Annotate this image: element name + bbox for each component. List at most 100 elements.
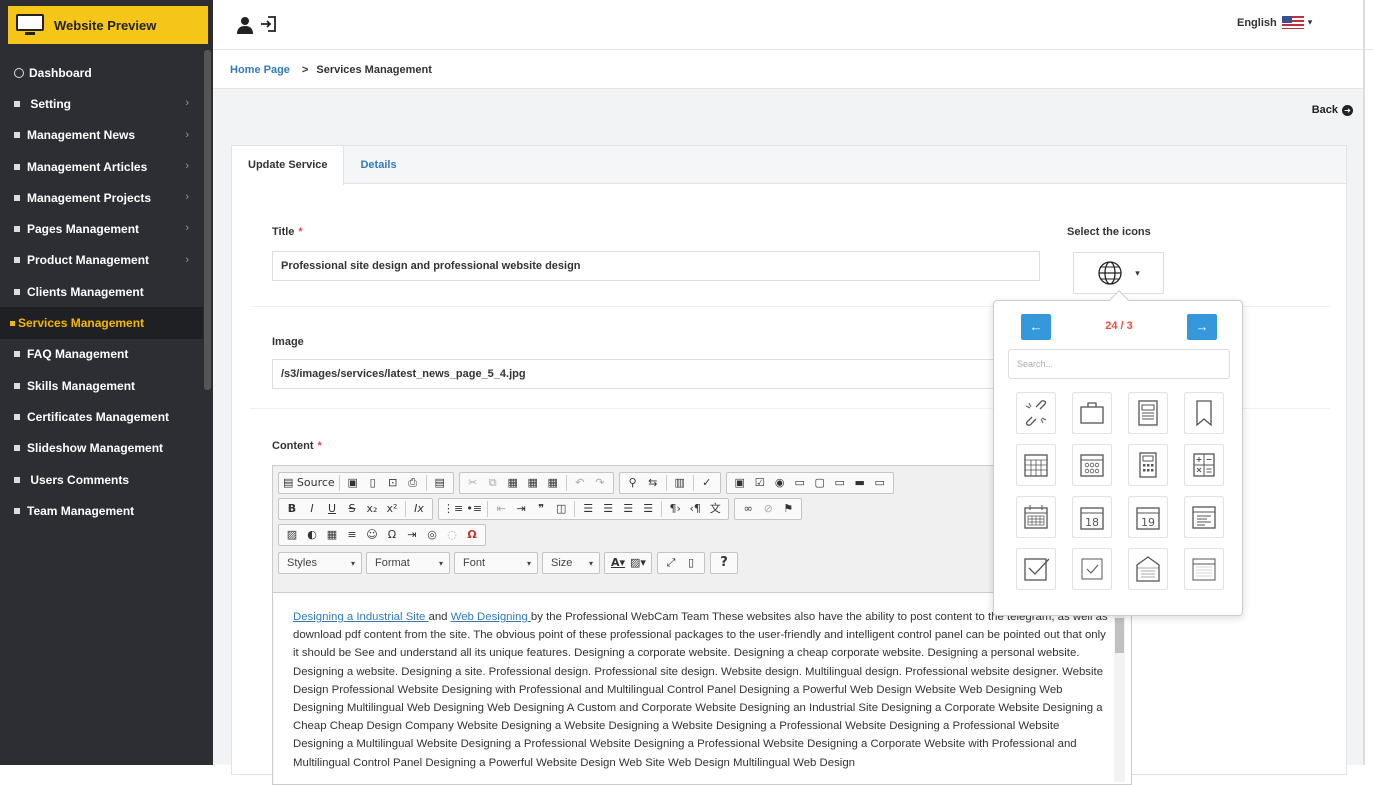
checkbox-icon[interactable]: ☑ [751, 474, 769, 492]
paste-text-icon[interactable]: ▦ [524, 474, 542, 492]
maximize-icon[interactable]: ⤢ [662, 554, 680, 572]
calendar-month-icon[interactable] [1016, 496, 1056, 538]
industrial-site-link[interactable]: Designing a Industrial Site [293, 611, 429, 623]
new-page-icon[interactable]: ▯ [364, 474, 382, 492]
show-blocks-icon[interactable]: ▯ [682, 554, 700, 572]
calendar-grid-icon[interactable] [1016, 444, 1056, 486]
align-right-icon[interactable]: ☰ [619, 500, 637, 518]
redo-icon[interactable]: ↷ [591, 474, 609, 492]
underline-icon[interactable]: U [323, 500, 341, 518]
strike-icon[interactable]: S [343, 500, 361, 518]
bold-icon[interactable]: B [283, 500, 301, 518]
calendar-18-icon[interactable]: 18 [1072, 496, 1112, 538]
unlink-icon[interactable] [1016, 392, 1056, 434]
preview-icon[interactable]: ⊡ [384, 474, 402, 492]
sidebar-item-product-management[interactable]: Product Management › [0, 245, 203, 276]
text-color-icon[interactable]: A▾ [609, 554, 627, 572]
print-icon[interactable]: ⎙ [404, 474, 422, 492]
editor-content[interactable]: Designing a Industrial Site and Web Desi… [273, 593, 1131, 783]
anchor-icon[interactable]: ⚑ [779, 500, 797, 518]
sidebar-item-management-news[interactable]: Management News › [0, 120, 203, 151]
calculator-icon[interactable] [1128, 444, 1168, 486]
sidebar-item-management-projects[interactable]: Management Projects › [0, 182, 203, 213]
remove-format-icon[interactable]: Ix [410, 500, 428, 518]
link-icon[interactable]: ∞ [739, 500, 757, 518]
sidebar-scrollbar[interactable] [204, 50, 211, 390]
calendar-list-icon[interactable] [1184, 496, 1224, 538]
help-button[interactable]: ? [715, 554, 733, 572]
templates-icon[interactable]: ▤ [431, 474, 449, 492]
align-justify-icon[interactable]: ☰ [639, 500, 657, 518]
calendar-blank-icon[interactable] [1128, 548, 1168, 590]
sidebar-item-team-management[interactable]: Team Management [0, 495, 203, 526]
icon-search-input[interactable]: Search... [1008, 349, 1230, 379]
bookmark-icon[interactable] [1184, 392, 1224, 434]
newspaper-icon[interactable] [1128, 392, 1168, 434]
calendar-outline-icon[interactable] [1184, 548, 1224, 590]
unlink-toolbar-icon[interactable]: ⊘ [759, 500, 777, 518]
next-page-button[interactable]: → [1187, 314, 1217, 340]
styles-dropdown[interactable]: Styles ▾ [278, 552, 362, 574]
special-char-icon[interactable]: Ω [383, 526, 401, 544]
textarea-icon[interactable]: ▢ [811, 474, 829, 492]
bg-color-icon[interactable]: ▨▾ [629, 554, 647, 572]
paste-word-icon[interactable]: ▦ [544, 474, 562, 492]
sidebar-item-certificates-management[interactable]: Certificates Management [0, 401, 203, 432]
superscript-icon[interactable]: x² [383, 500, 401, 518]
breadcrumb-home-link[interactable]: Home Page [230, 64, 290, 76]
back-button[interactable]: Back ➜ [1312, 104, 1353, 116]
sidebar-item-users-comments[interactable]: Users Comments [0, 464, 203, 495]
table-icon[interactable]: ▦ [323, 526, 341, 544]
omega-icon[interactable]: Ω [463, 526, 481, 544]
format-dropdown[interactable]: Format ▾ [366, 552, 450, 574]
image-button-icon[interactable]: ▭ [871, 474, 889, 492]
numbered-list-icon[interactable]: ⋮≡ [443, 500, 463, 518]
source-button[interactable]: ▤ Source [283, 474, 335, 492]
undo-icon[interactable]: ↶ [571, 474, 589, 492]
spellcheck-icon[interactable]: ✓ [698, 474, 716, 492]
calendar-19-icon[interactable]: 19 [1128, 496, 1168, 538]
font-dropdown[interactable]: Font ▾ [454, 552, 538, 574]
outdent-icon[interactable]: ⇤ [492, 500, 510, 518]
sidebar-item-pages-management[interactable]: Pages Management › [0, 213, 203, 244]
align-center-icon[interactable]: ☰ [599, 500, 617, 518]
tab-update-service[interactable]: Update Service [232, 146, 345, 185]
radio-icon[interactable]: ◉ [771, 474, 789, 492]
page-break-icon[interactable]: ⇥ [403, 526, 421, 544]
form-icon[interactable]: ▣ [731, 474, 749, 492]
select-all-icon[interactable]: ▥ [671, 474, 689, 492]
website-preview-button[interactable]: Website Preview [8, 6, 208, 44]
size-dropdown[interactable]: Size ▾ [542, 552, 600, 574]
icon-select-button[interactable]: ▾ [1073, 252, 1164, 294]
subscript-icon[interactable]: x₂ [363, 500, 381, 518]
scroll-thumb[interactable] [1115, 618, 1124, 653]
sidebar-item-services-management[interactable]: Services Management [0, 307, 203, 339]
user-icon[interactable] [236, 16, 254, 34]
replace-icon[interactable]: ⇆ [644, 474, 662, 492]
sidebar-item-dashboard[interactable]: Dashboard [0, 57, 203, 88]
checkbox-small-icon[interactable] [1072, 548, 1112, 590]
logout-icon[interactable] [260, 15, 278, 33]
button-field-icon[interactable]: ▬ [851, 474, 869, 492]
tab-details[interactable]: Details [344, 146, 412, 183]
flash-icon[interactable]: ◐ [303, 526, 321, 544]
placeholder-icon[interactable]: ◌ [443, 526, 461, 544]
calendar-dots-icon[interactable] [1072, 444, 1112, 486]
calculator-math-icon[interactable] [1184, 444, 1224, 486]
copy-icon[interactable]: ⧉ [484, 474, 502, 492]
web-designing-link[interactable]: Web Designing [451, 611, 531, 623]
image-icon[interactable]: ▨ [283, 526, 301, 544]
cut-icon[interactable]: ✂ [464, 474, 482, 492]
language-selector[interactable]: English ▾ [1237, 16, 1312, 29]
bulleted-list-icon[interactable]: •≡ [465, 500, 483, 518]
sidebar-item-faq-management[interactable]: FAQ Management [0, 339, 203, 370]
indent-icon[interactable]: ⇥ [512, 500, 530, 518]
sidebar-item-skills-management[interactable]: Skills Management [0, 370, 203, 401]
iframe-icon[interactable]: ◎ [423, 526, 441, 544]
sidebar-item-management-articles[interactable]: Management Articles › [0, 151, 203, 182]
blockquote-icon[interactable]: ❞ [532, 500, 550, 518]
rtl-icon[interactable]: ‹¶ [686, 500, 704, 518]
save-icon[interactable]: ▣ [344, 474, 362, 492]
editor-scrollbar[interactable] [1114, 612, 1125, 782]
align-left-icon[interactable]: ☰ [579, 500, 597, 518]
